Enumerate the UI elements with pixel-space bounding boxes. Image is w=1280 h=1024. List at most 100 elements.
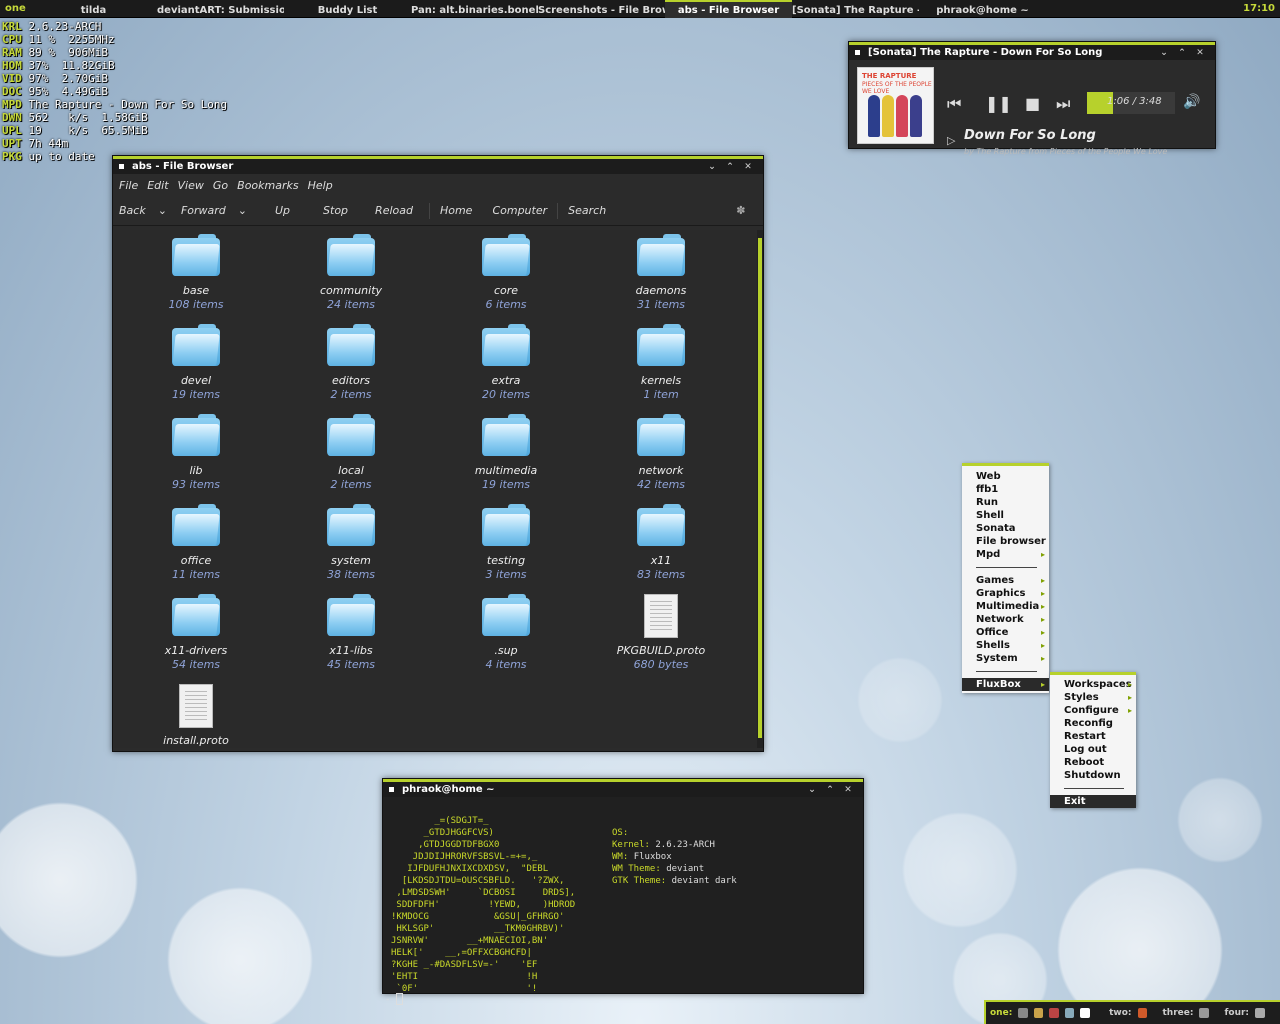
forward-history-chevron-icon[interactable]: ⌄ <box>238 204 247 217</box>
terminal-prompt[interactable]: - <box>385 993 403 1006</box>
computer-button[interactable]: Computer <box>492 204 547 217</box>
workspace-4-label[interactable]: four: <box>1224 1008 1249 1018</box>
window-menu-icon[interactable] <box>119 164 124 169</box>
window-icon[interactable] <box>1137 1008 1147 1018</box>
reload-button[interactable]: Reload <box>375 204 413 217</box>
window-icon[interactable] <box>1255 1008 1265 1018</box>
previous-track-icon[interactable]: ⏮ <box>947 94 961 114</box>
menu-item-games[interactable]: Games ▸ <box>962 574 1049 587</box>
window-menu-icon[interactable] <box>389 787 394 792</box>
maximize-icon[interactable]: ⌃ <box>1173 48 1191 58</box>
next-track-icon[interactable]: ⏭ <box>1056 94 1070 114</box>
stop-button[interactable]: Stop <box>323 204 348 217</box>
menu-bookmarks[interactable]: Bookmarks <box>237 179 298 192</box>
up-button[interactable]: Up <box>275 204 290 217</box>
folder-item[interactable]: x11-drivers 54 items <box>126 594 266 672</box>
folder-item[interactable]: base 108 items <box>126 234 266 312</box>
taskbar-task[interactable]: Pan: alt.binaries.boneless <box>411 0 538 18</box>
folder-item[interactable]: core 6 items <box>436 234 576 312</box>
file-browser-icon-view[interactable]: base 108 items community 24 items core 6 item… <box>114 230 758 748</box>
menu-item-ffb1[interactable]: ffb1 <box>962 483 1049 496</box>
window-menu-icon[interactable] <box>855 50 860 55</box>
menu-item-styles[interactable]: Styles ▸ <box>1050 691 1136 704</box>
menu-item-sonata[interactable]: Sonata <box>962 522 1049 535</box>
terminal-output[interactable]: _=(SDGJT=_ _GTDJHGGFCVS) ,GTDJGGDTDFBGX0… <box>383 797 863 1005</box>
menu-item-shutdown[interactable]: Shutdown <box>1050 769 1136 782</box>
folder-item[interactable]: daemons 31 items <box>591 234 731 312</box>
folder-item[interactable]: editors 2 items <box>281 324 421 402</box>
menu-item-restart[interactable]: Restart <box>1050 730 1136 743</box>
window-icon[interactable] <box>1080 1008 1090 1018</box>
folder-item[interactable]: x11-libs 45 items <box>281 594 421 672</box>
folder-item[interactable]: system 38 items <box>281 504 421 582</box>
menu-item-graphics[interactable]: Graphics ▸ <box>962 587 1049 600</box>
maximize-icon[interactable]: ⌃ <box>821 785 839 795</box>
menu-item-shells[interactable]: Shells ▸ <box>962 639 1049 652</box>
minimize-icon[interactable]: ⌄ <box>1155 48 1173 58</box>
file-item[interactable]: install.proto <box>126 684 266 748</box>
menu-item-fluxbox[interactable]: FluxBox ▸ <box>962 678 1049 691</box>
close-icon[interactable]: ✕ <box>739 162 757 172</box>
menu-item-workspaces[interactable]: Workspaces ▸ <box>1050 678 1136 691</box>
playback-progress-bar[interactable]: 1:06 / 3:48 <box>1087 92 1175 114</box>
taskbar-task[interactable]: Screenshots - File Browser <box>538 0 665 18</box>
sonata-titlebar[interactable]: [Sonata] The Rapture - Down For So Long … <box>849 42 1215 60</box>
minimize-icon[interactable]: ⌄ <box>703 162 721 172</box>
menu-view[interactable]: View <box>178 179 204 192</box>
volume-icon[interactable]: 🔊 <box>1183 94 1200 110</box>
menu-item-run[interactable]: Run <box>962 496 1049 509</box>
taskbar-task[interactable]: abs - File Browser <box>665 0 792 18</box>
search-button[interactable]: Search <box>568 204 606 217</box>
folder-item[interactable]: community 24 items <box>281 234 421 312</box>
folder-item[interactable]: devel 19 items <box>126 324 266 402</box>
folder-item[interactable]: lib 93 items <box>126 414 266 492</box>
menu-item-mpd[interactable]: Mpd ▸ <box>962 548 1049 561</box>
current-workspace-label[interactable]: one <box>0 3 30 14</box>
menu-item-reboot[interactable]: Reboot <box>1050 756 1136 769</box>
menu-item-multimedia[interactable]: Multimedia ▸ <box>962 600 1049 613</box>
folder-item[interactable]: kernels 1 item <box>591 324 731 402</box>
folder-item[interactable]: .sup 4 items <box>436 594 576 672</box>
menu-file[interactable]: File <box>119 179 138 192</box>
vertical-scrollbar[interactable] <box>757 230 763 748</box>
file-browser-titlebar[interactable]: abs - File Browser ⌄ ⌃ ✕ <box>113 156 763 174</box>
window-icon[interactable] <box>1064 1008 1075 1018</box>
close-icon[interactable]: ✕ <box>839 785 857 795</box>
menu-item-file-browser[interactable]: File browser <box>962 535 1049 548</box>
minimize-icon[interactable]: ⌄ <box>803 785 821 795</box>
folder-item[interactable]: extra 20 items <box>436 324 576 402</box>
menu-item-reconfig[interactable]: Reconfig <box>1050 717 1136 730</box>
folder-item[interactable]: x11 83 items <box>591 504 731 582</box>
workspace-1-label[interactable]: one: <box>990 1008 1012 1018</box>
album-art[interactable]: THE RAPTURE PIECES OF THE PEOPLE WE LOVE <box>857 67 934 144</box>
folder-item[interactable]: multimedia 19 items <box>436 414 576 492</box>
back-button[interactable]: Back <box>119 204 146 217</box>
window-icon[interactable] <box>1018 1008 1028 1018</box>
menu-item-shell[interactable]: Shell <box>962 509 1049 522</box>
expander-arrow-icon[interactable]: ▷ <box>947 134 955 147</box>
back-history-chevron-icon[interactable]: ⌄ <box>158 204 167 217</box>
pause-icon[interactable]: ❚❚ <box>985 94 1012 113</box>
taskbar-task[interactable]: Buddy List <box>284 0 411 18</box>
stop-icon[interactable]: ■ <box>1025 94 1040 113</box>
scrollbar-thumb[interactable] <box>758 238 762 738</box>
menu-item-network[interactable]: Network ▸ <box>962 613 1049 626</box>
menu-go[interactable]: Go <box>213 179 228 192</box>
close-icon[interactable]: ✕ <box>1191 48 1209 58</box>
home-button[interactable]: Home <box>440 204 472 217</box>
menu-item-system[interactable]: System ▸ <box>962 652 1049 665</box>
taskbar-task[interactable]: phraok@home ~ <box>919 0 1046 18</box>
maximize-icon[interactable]: ⌃ <box>721 162 739 172</box>
workspace-3-label[interactable]: three: <box>1163 1008 1194 1018</box>
taskbar-task[interactable]: tilda <box>30 0 157 18</box>
menu-item-configure[interactable]: Configure ▸ <box>1050 704 1136 717</box>
terminal-titlebar[interactable]: phraok@home ~ ⌄ ⌃ ✕ <box>383 779 863 797</box>
menu-help[interactable]: Help <box>308 179 333 192</box>
folder-item[interactable]: testing 3 items <box>436 504 576 582</box>
workspace-2-label[interactable]: two: <box>1109 1008 1131 1018</box>
taskbar-task[interactable]: [Sonata] The Rapture - Do <box>792 0 919 18</box>
window-icon[interactable] <box>1049 1008 1059 1018</box>
window-icon[interactable] <box>1199 1008 1209 1018</box>
taskbar-task[interactable]: deviantART: Submission - <box>157 0 284 18</box>
menu-item-exit[interactable]: Exit <box>1050 795 1136 808</box>
